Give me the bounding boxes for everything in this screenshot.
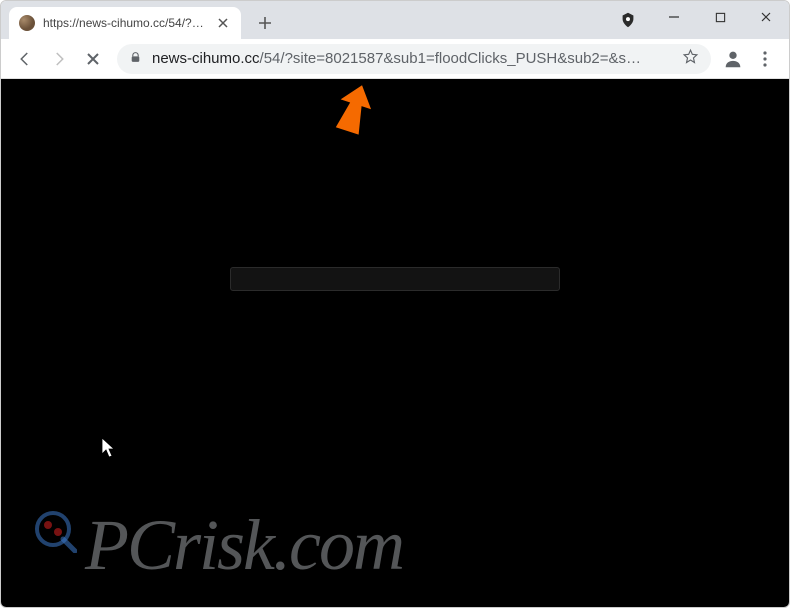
toolbar: news-cihumo.cc/54/?site=8021587&sub1=flo… <box>1 39 789 79</box>
back-button[interactable] <box>9 43 41 75</box>
maximize-button[interactable] <box>697 1 743 33</box>
titlebar: https://news-cihumo.cc/54/?site <box>1 1 789 39</box>
address-bar[interactable]: news-cihumo.cc/54/?site=8021587&sub1=flo… <box>117 44 711 74</box>
cursor-icon <box>101 437 117 464</box>
favicon <box>19 15 35 31</box>
minimize-button[interactable] <box>651 1 697 33</box>
forward-button[interactable] <box>43 43 75 75</box>
new-tab-button[interactable] <box>251 9 279 37</box>
window-controls <box>605 1 789 39</box>
extension-icon[interactable] <box>605 1 651 39</box>
browser-tab[interactable]: https://news-cihumo.cc/54/?site <box>9 7 241 39</box>
close-tab-button[interactable] <box>215 15 231 31</box>
lock-icon <box>129 51 142 67</box>
watermark-logo-icon <box>29 505 77 553</box>
url-text: news-cihumo.cc/54/?site=8021587&sub1=flo… <box>152 50 672 67</box>
url-path: /54/?site=8021587&sub1=floodClicks_PUSH&… <box>260 50 642 67</box>
close-window-button[interactable] <box>743 1 789 33</box>
url-host: news-cihumo.cc <box>152 50 260 67</box>
page-content: PCrisk.com <box>1 79 789 607</box>
tab-title: https://news-cihumo.cc/54/?site <box>43 16 207 30</box>
watermark-text: PCrisk.com <box>85 504 403 587</box>
bookmark-icon[interactable] <box>682 48 699 70</box>
menu-button[interactable] <box>749 43 781 75</box>
stop-button[interactable] <box>77 43 109 75</box>
profile-button[interactable] <box>719 45 747 73</box>
browser-window: https://news-cihumo.cc/54/?site <box>0 0 790 608</box>
loading-bar <box>230 267 560 291</box>
